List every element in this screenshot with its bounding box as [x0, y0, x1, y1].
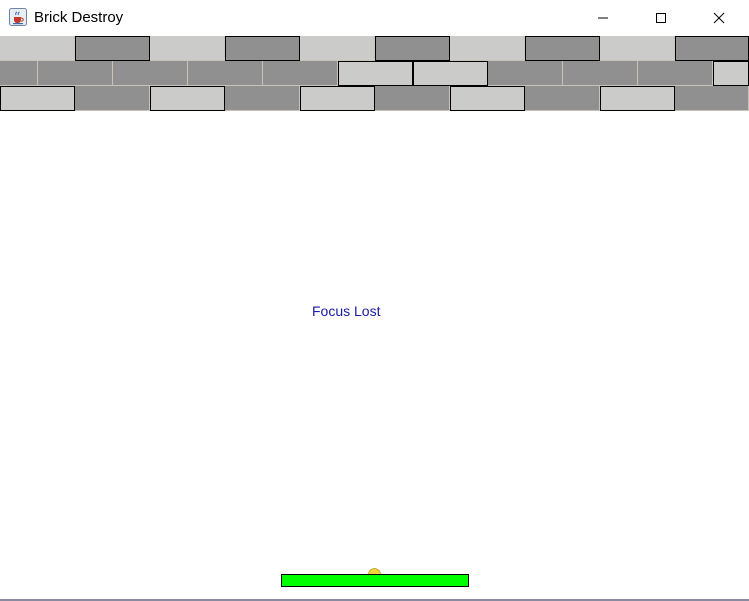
brick	[225, 86, 300, 111]
brick	[638, 61, 713, 86]
brick	[600, 86, 675, 111]
close-icon	[713, 12, 725, 24]
brick	[375, 86, 450, 111]
brick	[525, 86, 600, 111]
brick	[150, 36, 225, 61]
brick	[675, 86, 749, 111]
brick	[0, 86, 75, 111]
brick	[263, 61, 338, 86]
brick	[600, 36, 675, 61]
brick	[563, 61, 638, 86]
title-bar[interactable]: Brick Destroy	[0, 0, 749, 36]
minimize-icon	[598, 17, 608, 19]
brick	[38, 61, 113, 86]
brick	[113, 61, 188, 86]
brick	[488, 61, 563, 86]
brick	[0, 36, 75, 61]
maximize-button[interactable]	[632, 0, 690, 36]
brick-row-3	[0, 86, 749, 111]
brick	[225, 36, 300, 61]
brick	[300, 86, 375, 111]
brick	[375, 36, 450, 61]
game-canvas[interactable]: Focus Lost	[0, 36, 749, 599]
brick	[450, 86, 525, 111]
brick	[75, 86, 150, 111]
brick	[75, 36, 150, 61]
paddle[interactable]	[281, 574, 469, 587]
brick	[188, 61, 263, 86]
brick	[413, 61, 488, 86]
brick	[713, 61, 749, 86]
brick	[150, 86, 225, 111]
maximize-icon	[656, 13, 666, 23]
brick	[338, 61, 413, 86]
close-button[interactable]	[690, 0, 748, 36]
java-cup-icon	[9, 8, 27, 26]
brick	[525, 36, 600, 61]
brick-row-1	[0, 36, 749, 61]
minimize-button[interactable]	[574, 0, 632, 36]
brick	[300, 36, 375, 61]
brick	[675, 36, 749, 61]
brick	[450, 36, 525, 61]
focus-lost-message: Focus Lost	[312, 303, 381, 319]
brick-row-2	[0, 61, 749, 86]
brick	[0, 61, 38, 86]
window-title: Brick Destroy	[34, 9, 124, 26]
